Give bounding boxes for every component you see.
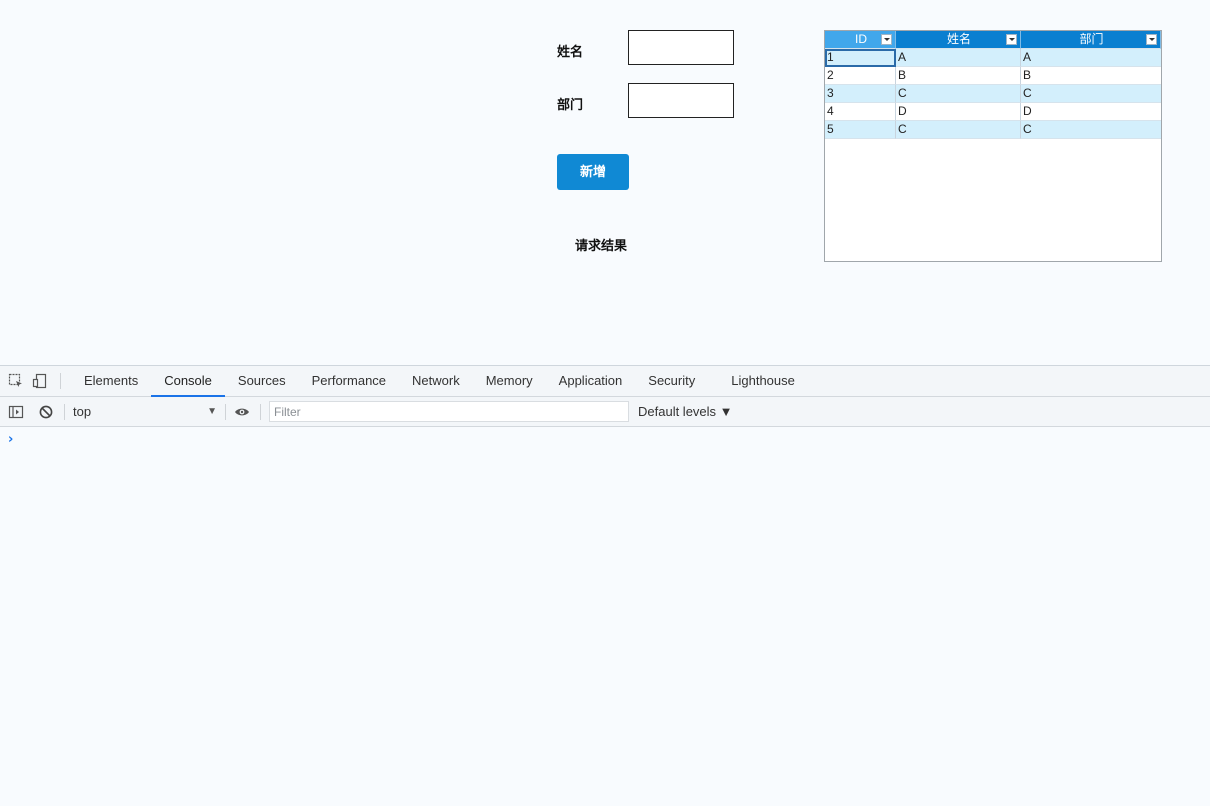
- table-cell[interactable]: C: [896, 121, 1021, 139]
- table-cell[interactable]: 5: [825, 121, 896, 139]
- tab-memory[interactable]: Memory: [473, 366, 546, 396]
- table-cell[interactable]: 1: [825, 49, 896, 67]
- grid-header-row: ID 姓名 部门: [825, 31, 1161, 49]
- table-cell[interactable]: B: [896, 67, 1021, 85]
- filter-dropdown-icon[interactable]: [881, 34, 892, 45]
- table-cell[interactable]: 2: [825, 67, 896, 85]
- add-button[interactable]: 新增: [557, 154, 629, 190]
- table-row[interactable]: 3 C C: [825, 85, 1161, 103]
- device-toolbar-icon[interactable]: [32, 373, 48, 389]
- tab-sources[interactable]: Sources: [225, 366, 299, 396]
- inspect-element-icon[interactable]: [8, 373, 24, 389]
- console-toolbar: top ▼ Default levels ▼: [0, 397, 1210, 427]
- grid-header-dept[interactable]: 部门: [1021, 31, 1161, 49]
- table-cell[interactable]: D: [896, 103, 1021, 121]
- grid-header-label: 姓名: [946, 32, 971, 46]
- eye-icon[interactable]: [234, 404, 250, 420]
- tab-security[interactable]: Security: [635, 366, 708, 396]
- grid-header-label: 部门: [1079, 32, 1104, 46]
- tab-console[interactable]: Console: [151, 366, 225, 397]
- filter-dropdown-icon[interactable]: [1006, 34, 1017, 45]
- sidebar-toggle-icon[interactable]: [8, 404, 24, 420]
- table-row[interactable]: 5 C C: [825, 121, 1161, 139]
- log-levels-dropdown[interactable]: Default levels ▼: [638, 404, 733, 419]
- grid-header-id[interactable]: ID: [825, 31, 896, 49]
- context-selector[interactable]: top ▼: [73, 402, 221, 422]
- filter-dropdown-icon[interactable]: [1146, 34, 1157, 45]
- table-row[interactable]: 2 B B: [825, 67, 1161, 85]
- grid-header-name[interactable]: 姓名: [896, 31, 1021, 49]
- toolbar-divider: [64, 403, 65, 420]
- table-cell[interactable]: 3: [825, 85, 896, 103]
- table-cell[interactable]: C: [1021, 85, 1161, 103]
- dept-input[interactable]: [628, 83, 734, 118]
- table-row[interactable]: 1 A A: [825, 49, 1161, 67]
- devtools-tabbar: Elements Console Sources Performance Net…: [0, 366, 1210, 397]
- grid-header-label: ID: [855, 32, 867, 46]
- toolbar-divider: [60, 373, 61, 389]
- table-cell[interactable]: C: [896, 85, 1021, 103]
- filter-input[interactable]: [269, 401, 629, 422]
- tab-elements[interactable]: Elements: [71, 366, 151, 396]
- table-cell[interactable]: D: [1021, 103, 1161, 121]
- name-label: 姓名: [557, 45, 584, 60]
- clear-console-icon[interactable]: [38, 404, 54, 420]
- toolbar-divider: [225, 403, 226, 420]
- data-grid: ID 姓名 部门 1 A A 2 B B 3 C C 4 D D 5 C C: [824, 30, 1162, 262]
- table-row[interactable]: 4 D D: [825, 103, 1161, 121]
- tab-network[interactable]: Network: [399, 366, 473, 396]
- dept-label: 部门: [557, 98, 584, 113]
- table-cell[interactable]: A: [1021, 49, 1161, 67]
- table-cell[interactable]: 4: [825, 103, 896, 121]
- result-label: 请求结果: [575, 239, 628, 254]
- dropdown-arrow-icon: ▼: [207, 405, 217, 417]
- table-cell[interactable]: C: [1021, 121, 1161, 139]
- context-value: top: [73, 403, 92, 419]
- toolbar-divider: [260, 403, 261, 420]
- table-cell[interactable]: B: [1021, 67, 1161, 85]
- name-input[interactable]: [628, 30, 734, 65]
- table-cell[interactable]: A: [896, 49, 1021, 67]
- devtools-panel: Elements Console Sources Performance Net…: [0, 365, 1210, 806]
- console-prompt[interactable]: ›: [8, 432, 1210, 447]
- tab-application[interactable]: Application: [546, 366, 636, 396]
- tab-lighthouse[interactable]: Lighthouse: [718, 366, 808, 396]
- tab-performance[interactable]: Performance: [299, 366, 399, 396]
